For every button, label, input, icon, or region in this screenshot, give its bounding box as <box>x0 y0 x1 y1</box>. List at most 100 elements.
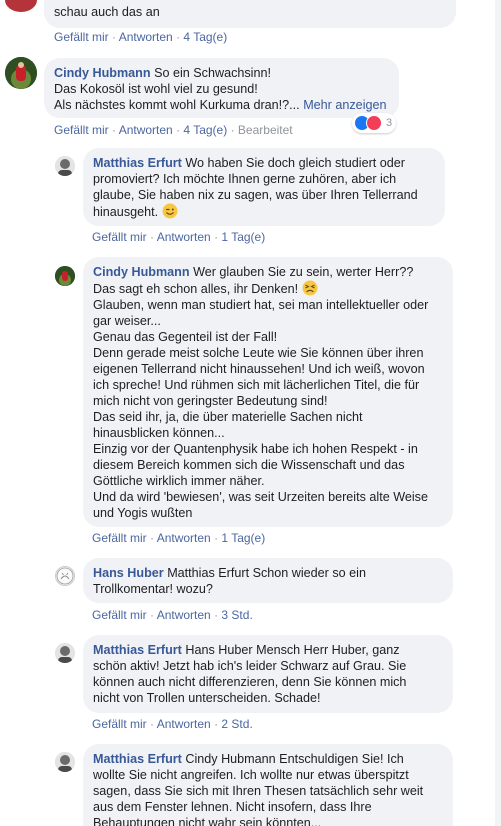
reply-link[interactable]: Antworten <box>157 531 211 545</box>
like-link[interactable]: Gefällt mir <box>92 608 147 622</box>
separator: · <box>150 608 157 622</box>
comment-text: Trollkomentar! wozu? <box>93 582 213 596</box>
comment-bubble: Matthias Erfurt Wo haben Sie doch gleich… <box>83 148 445 226</box>
scrollbar[interactable] <box>495 0 501 826</box>
comment-text: promoviert? Ich möchte Ihnen gerne zuhör… <box>93 172 397 186</box>
persevering-emoji-icon <box>302 280 318 296</box>
comment-bubble: schau auch das an <box>44 0 456 28</box>
reaction-summary[interactable]: 3 <box>352 113 397 133</box>
timestamp[interactable]: 2 Std. <box>221 717 252 731</box>
comment-text: Als nächstes kommt wohl Kurkuma dran!?..… <box>54 98 300 112</box>
avatar-hans-huber[interactable] <box>55 566 75 586</box>
wink-emoji-icon <box>162 203 178 219</box>
comment-text: hinausgeht. <box>93 205 159 219</box>
avatar-matthias-erfurt[interactable] <box>55 752 75 772</box>
comment-actions: Gefällt mir · Antworten · 2 Std. <box>92 717 253 731</box>
comment-text: gar weiser... <box>93 314 161 328</box>
comment-actions: Gefällt mir · Antworten · 3 Std. <box>92 608 253 622</box>
timestamp[interactable]: 4 Tag(e) <box>183 30 227 44</box>
comment-text: schön aktiv! Jetzt hab ich's leider Schw… <box>93 659 407 673</box>
avatar-matthias-erfurt[interactable] <box>55 643 75 663</box>
comment-text: mich nicht von geringster Bedeutung sind… <box>93 394 328 408</box>
separator: · <box>112 123 119 137</box>
reply-link[interactable]: Antworten <box>119 123 173 137</box>
love-reaction-icon <box>366 115 382 131</box>
comment-bubble: Cindy Hubmann So ein Schwachsinn! Das Ko… <box>44 58 399 118</box>
comment-author[interactable]: Cindy Hubmann <box>54 66 151 80</box>
comment-text: Einzig vor der Quantenphysik habe ich ho… <box>93 442 418 456</box>
edited-label[interactable]: Bearbeitet <box>238 123 293 137</box>
comment-text: Das sagt eh schon alles, ihr Denken! <box>93 282 299 296</box>
separator: · <box>150 531 157 545</box>
reply-link[interactable]: Antworten <box>157 230 211 244</box>
reply-link[interactable]: Antworten <box>157 717 211 731</box>
comment-text: diesem Bereich kommen sich die Wissensch… <box>93 458 405 472</box>
comment-author[interactable]: Hans Huber <box>93 566 164 580</box>
comment-text: Behauptungen nicht wahr sein könnten... <box>93 816 322 826</box>
comment-text: nicht von Trollen unterscheiden. Schade! <box>93 691 321 705</box>
reply-link[interactable]: Antworten <box>119 30 173 44</box>
comment-text: glaube, Sie haben nix zu sagen, was über… <box>93 188 418 202</box>
comment-author[interactable]: Cindy Hubmann <box>93 265 190 279</box>
comment-text: So ein Schwachsinn! <box>154 66 271 80</box>
comment-bubble: Matthias Erfurt Cindy Hubmann Entschuldi… <box>83 744 453 826</box>
comment-author[interactable]: Matthias Erfurt <box>93 643 182 657</box>
avatar-image <box>5 57 37 89</box>
like-link[interactable]: Gefällt mir <box>54 123 109 137</box>
comment-text: wollte Sie nicht angreifen. Ich wollte n… <box>93 768 409 782</box>
avatar-cindy-hubmann[interactable] <box>5 57 37 89</box>
separator: · <box>150 230 157 244</box>
avatar-image <box>55 266 75 286</box>
comment-author[interactable]: Matthias Erfurt <box>93 156 182 170</box>
timestamp[interactable]: 1 Tag(e) <box>221 531 265 545</box>
comment-text: schau auch das an <box>54 5 160 19</box>
like-link[interactable]: Gefällt mir <box>92 531 147 545</box>
comment-text: Das Kokosöl ist wohl viel zu gesund! <box>54 82 258 96</box>
comment-text: Göttliche wirklich immer näher. <box>93 474 265 488</box>
avatar[interactable] <box>5 0 37 12</box>
comment-actions: Gefällt mir · Antworten · 4 Tag(e) · Bea… <box>54 123 293 137</box>
avatar-image <box>56 567 74 585</box>
comment-text: ich spreche! Und rühmen sich mit lächerl… <box>93 378 420 392</box>
like-link[interactable]: Gefällt mir <box>92 717 147 731</box>
comment-text: hinausblicken können... <box>93 426 225 440</box>
show-more-link[interactable]: Mehr anzeigen <box>303 98 386 112</box>
comment-author[interactable]: Matthias Erfurt <box>93 752 182 766</box>
comment-text: Wo haben Sie doch gleich studiert oder <box>185 156 405 170</box>
avatar-matthias-erfurt[interactable] <box>55 156 75 176</box>
comment-text: Wer glauben Sie zu sein, werter Herr?? <box>193 265 414 279</box>
avatar-image <box>55 752 75 772</box>
separator: · <box>112 30 119 44</box>
comment-actions: Gefällt mir · Antworten · 1 Tag(e) <box>92 230 265 244</box>
comment-text: Denn gerade meist solche Leute wie Sie k… <box>93 346 424 360</box>
comment-text: Hans Huber Mensch Herr Huber, ganz <box>185 643 400 657</box>
timestamp[interactable]: 3 Std. <box>221 608 252 622</box>
comment-bubble: Hans Huber Matthias Erfurt Schon wieder … <box>83 558 453 603</box>
avatar-cindy-hubmann[interactable] <box>55 266 75 286</box>
comment-bubble: Matthias Erfurt Hans Huber Mensch Herr H… <box>83 635 453 713</box>
comment-text: Glauben, wenn man studiert hat, sei man … <box>93 298 429 312</box>
comment-bubble: Cindy Hubmann Wer glauben Sie zu sein, w… <box>83 257 453 527</box>
comment-text: eigenen Tellerrand nicht hinaussehen! Un… <box>93 362 425 376</box>
comment-text: sagen, dass Sie sich mit Ihren Thesen ta… <box>93 784 424 798</box>
comment-text: können auch nicht differenzieren, denn S… <box>93 675 407 689</box>
comment-text: Matthias Erfurt Schon wieder so ein <box>167 566 366 580</box>
avatar-image <box>55 156 75 176</box>
timestamp[interactable]: 1 Tag(e) <box>221 230 265 244</box>
comment-text: Cindy Hubmann Entschuldigen Sie! Ich <box>185 752 404 766</box>
comment-text: Das seid ihr, ja, die über materielle Sa… <box>93 410 363 424</box>
comment-text: aus dem Fenster lehnen. Nicht insofern, … <box>93 800 372 814</box>
comment-actions: Gefällt mir · Antworten · 4 Tag(e) <box>54 30 227 44</box>
avatar-image <box>55 643 75 663</box>
separator: · <box>150 717 157 731</box>
separator: · <box>230 123 238 137</box>
timestamp[interactable]: 4 Tag(e) <box>183 123 227 137</box>
comment-actions: Gefällt mir · Antworten · 1 Tag(e) <box>92 531 265 545</box>
comment-thread: schau auch das an Gefällt mir · Antworte… <box>0 0 501 826</box>
comment-text: und Yogis wußten <box>93 506 193 520</box>
reaction-count: 3 <box>386 117 393 129</box>
like-link[interactable]: Gefällt mir <box>92 230 147 244</box>
like-link[interactable]: Gefällt mir <box>54 30 109 44</box>
comment-text: Und da wird 'bewiesen', was seit Urzeite… <box>93 490 428 504</box>
reply-link[interactable]: Antworten <box>157 608 211 622</box>
